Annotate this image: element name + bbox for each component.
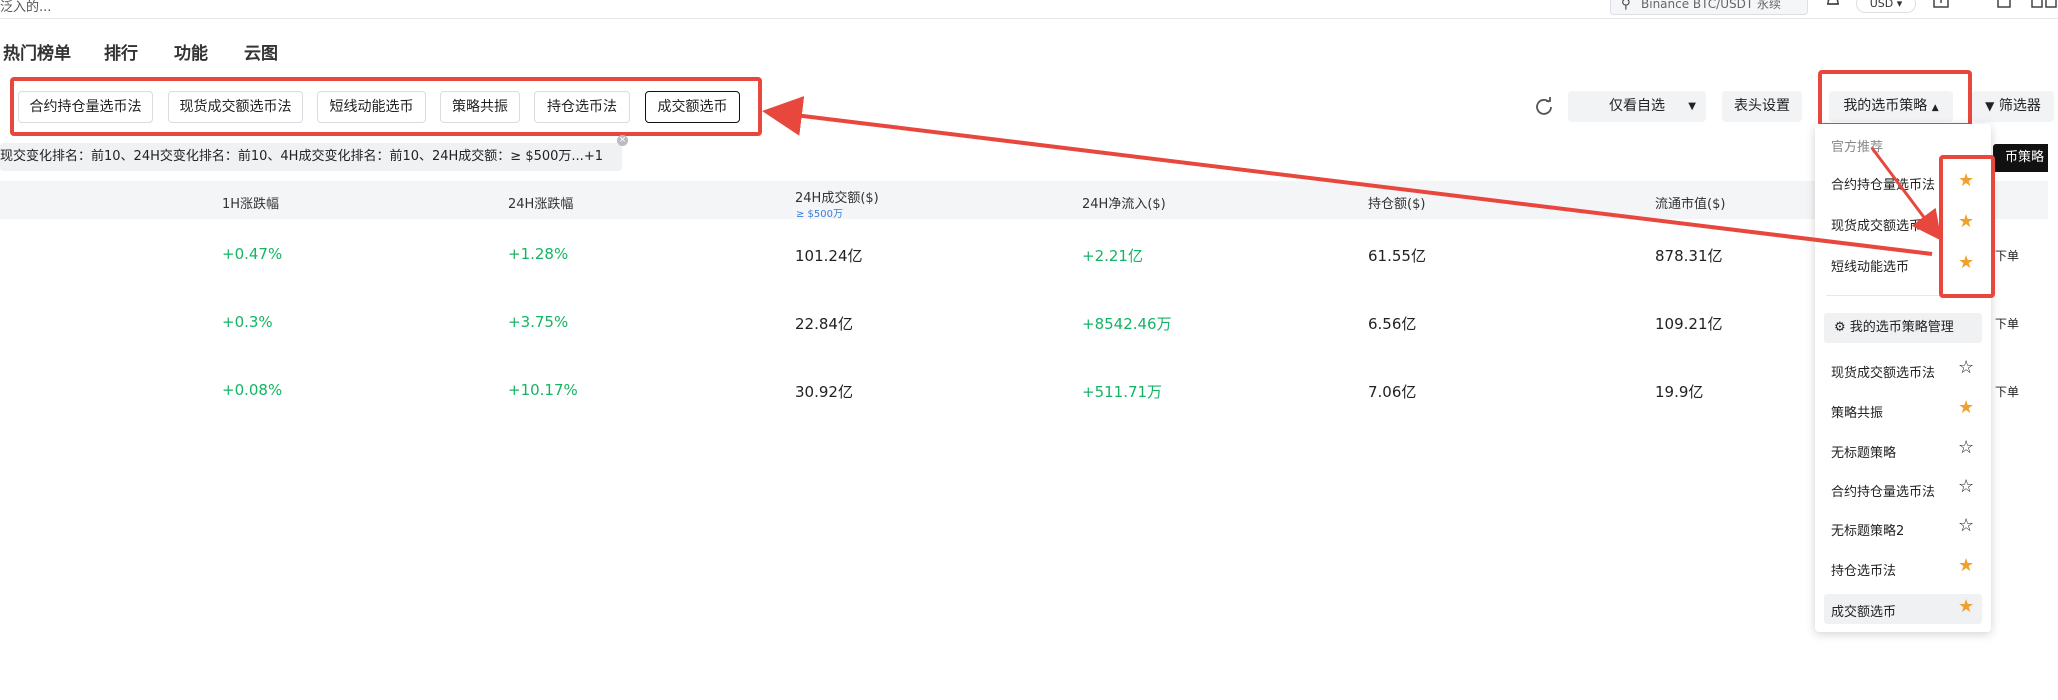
arrow-to-chips <box>762 96 1933 256</box>
arrow-to-stars <box>1870 147 1942 241</box>
annotation-arrows <box>762 96 1942 256</box>
